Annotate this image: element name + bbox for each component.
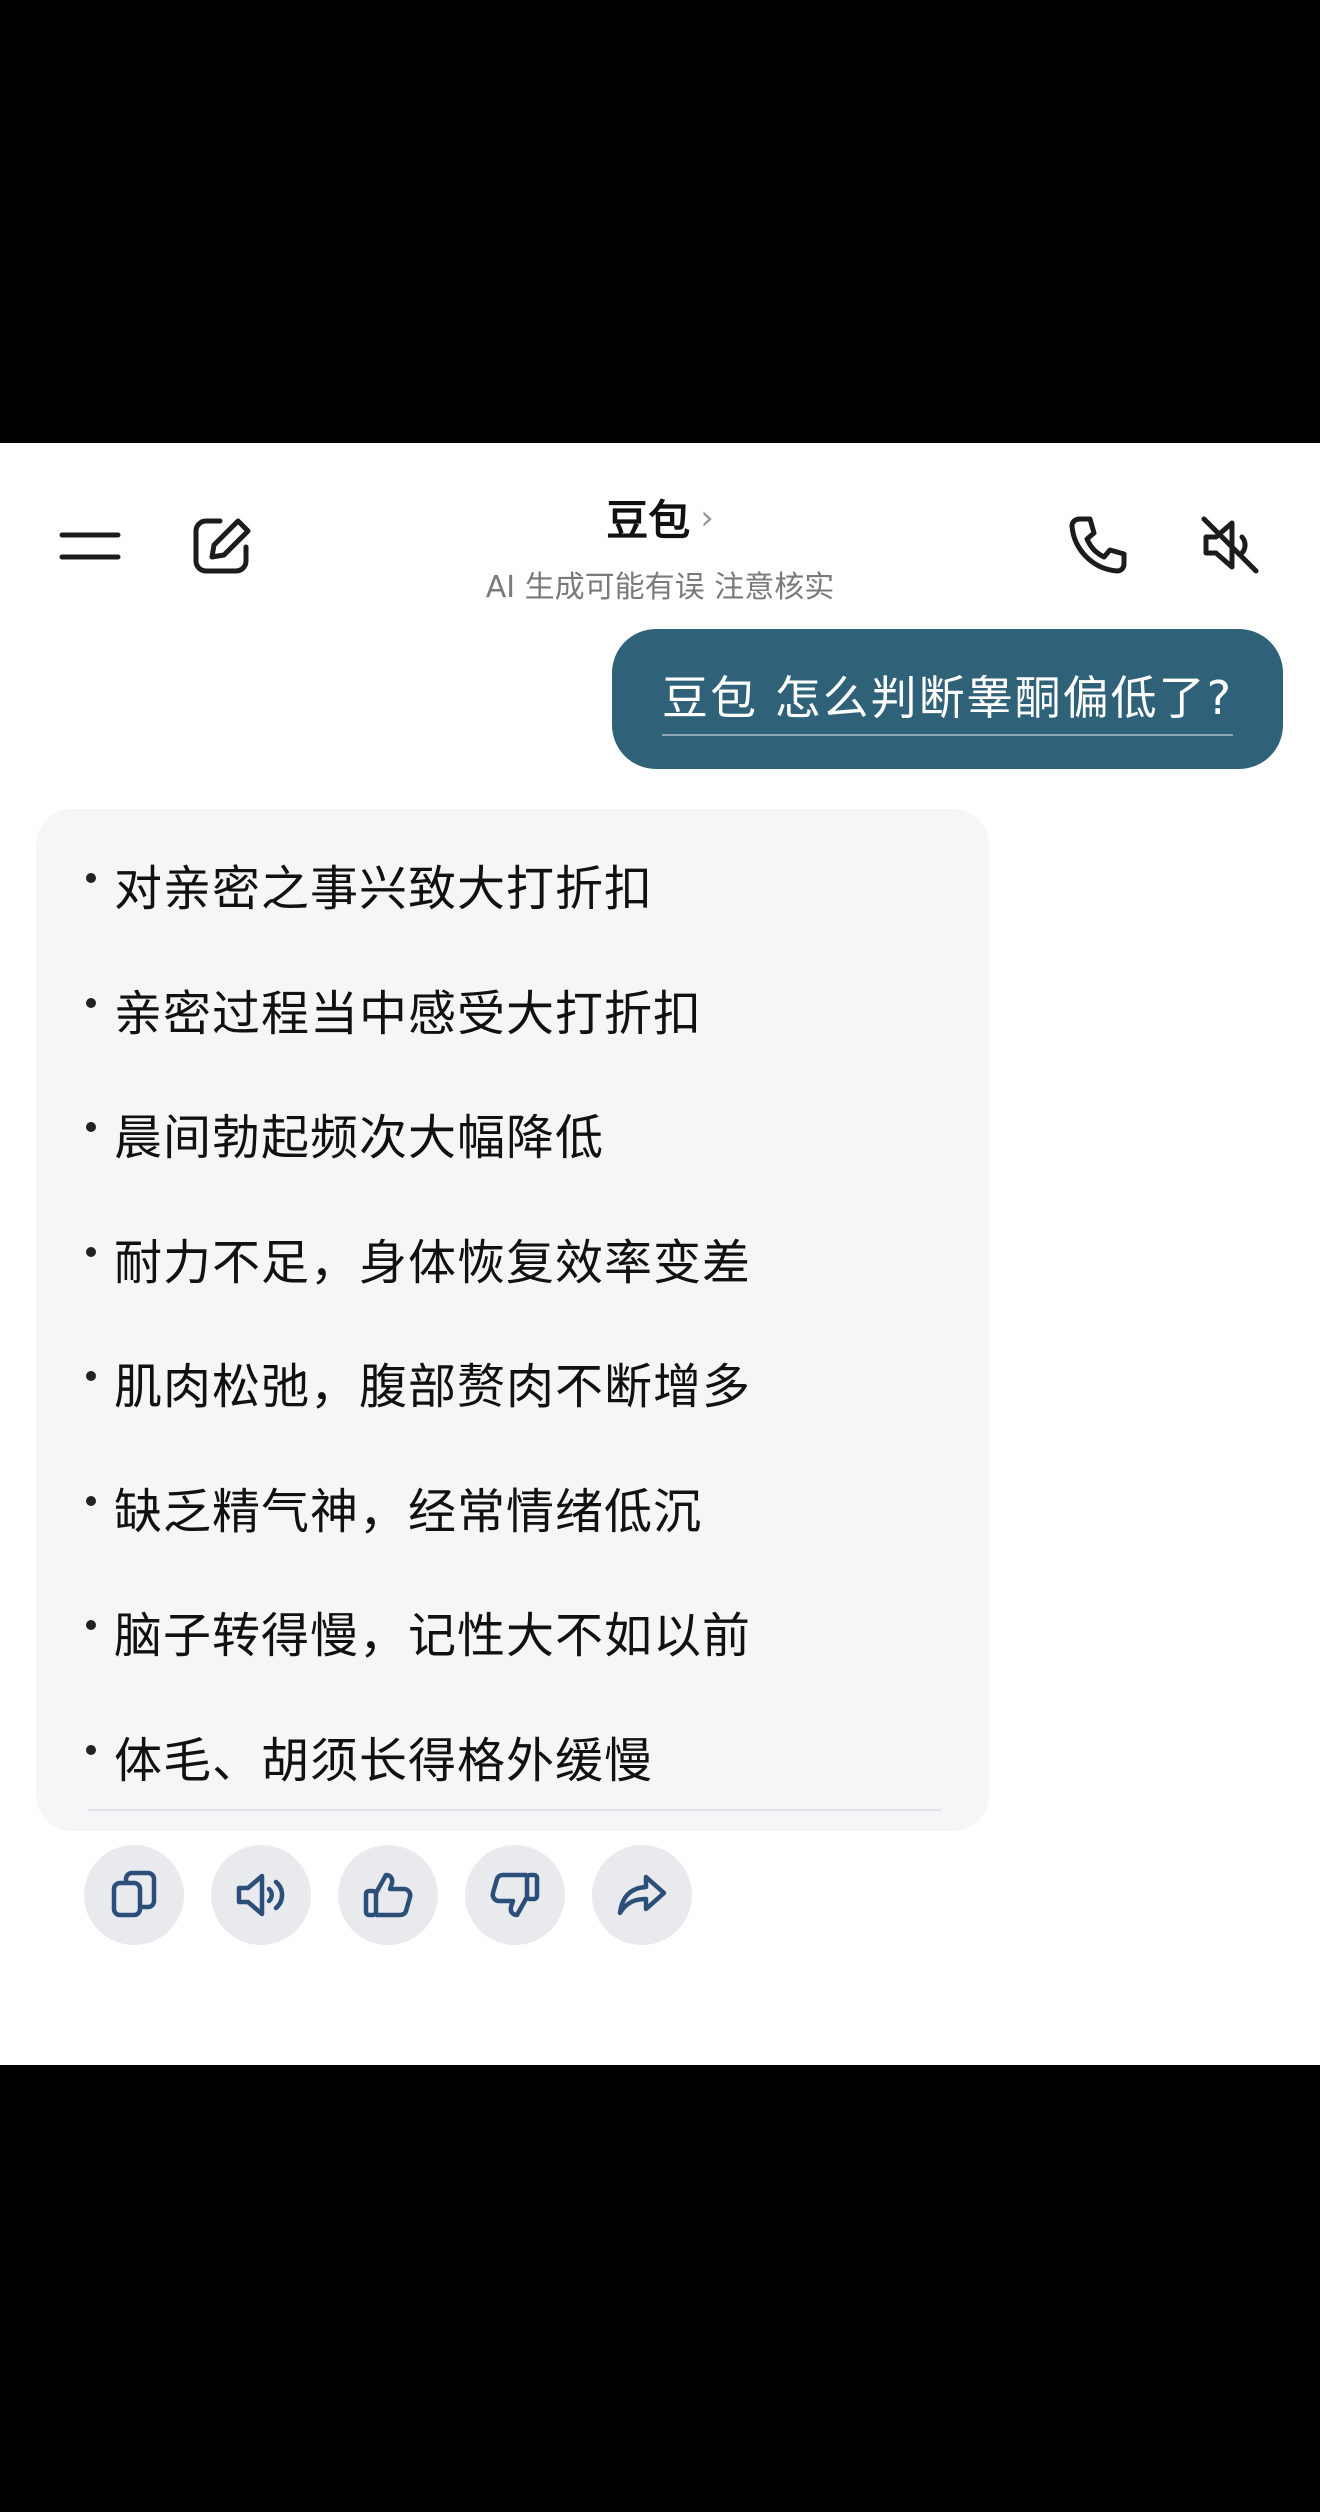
header: 豆包 › AI 生成可能有误 注意核实: [0, 443, 1320, 633]
thumbs-down-icon: [490, 1872, 540, 1918]
phone-icon: [1069, 516, 1127, 574]
share-button[interactable]: [592, 1845, 692, 1945]
dislike-button[interactable]: [465, 1845, 565, 1945]
header-title-group[interactable]: 豆包 › AI 生成可能有误 注意核实: [360, 487, 960, 606]
user-message-text: 豆包 怎么判断睾酮偏低了?: [661, 662, 1233, 736]
read-aloud-button[interactable]: [211, 1845, 311, 1945]
speaker-icon: [236, 1873, 285, 1917]
list-item: 晨间勃起频次大幅降低: [86, 1098, 751, 1223]
copy-icon: [111, 1870, 157, 1918]
chevron-right-icon: ›: [700, 497, 714, 538]
ai-disclaimer: AI 生成可能有误 注意核实: [485, 570, 835, 605]
list-item: 缺乏精气神，经常情绪低沉: [86, 1472, 751, 1597]
list-item: 肌肉松弛，腹部赘肉不断增多: [86, 1347, 751, 1472]
edit-icon: [193, 518, 251, 574]
divider: [88, 1809, 941, 1811]
menu-icon: [59, 532, 121, 560]
list-item: 体毛、胡须长得格外缓慢: [86, 1721, 751, 1846]
list-item: 亲密过程当中感受大打折扣: [86, 974, 751, 1099]
menu-button[interactable]: [42, 497, 138, 593]
page-title: 豆包: [606, 496, 691, 545]
answer-bullet-list: 对亲密之事兴致大打折扣 亲密过程当中感受大打折扣 晨间勃起频次大幅降低 耐力不足…: [86, 849, 751, 1845]
share-icon: [617, 1874, 667, 1916]
like-button[interactable]: [338, 1845, 438, 1945]
list-item: 脑子转得慢，记性大不如以前: [86, 1596, 751, 1721]
voice-call-button[interactable]: [1050, 497, 1146, 593]
list-item: 耐力不足，身体恢复效率变差: [86, 1223, 751, 1348]
assistant-answer-card: 对亲密之事兴致大打折扣 亲密过程当中感受大打折扣 晨间勃起频次大幅降低 耐力不足…: [36, 809, 989, 1945]
letterbox-bottom: [0, 2065, 1320, 2512]
mute-button[interactable]: [1182, 497, 1278, 593]
answer-action-bar: [84, 1845, 692, 1945]
new-chat-button[interactable]: [174, 497, 270, 593]
list-item: 对亲密之事兴致大打折扣: [86, 849, 751, 974]
user-message-bubble[interactable]: 豆包 怎么判断睾酮偏低了?: [611, 629, 1283, 769]
copy-button[interactable]: [84, 1845, 184, 1945]
thumbs-up-icon: [363, 1872, 413, 1918]
speaker-muted-icon: [1201, 516, 1259, 574]
letterbox-top: [0, 0, 1320, 443]
chat-screen: 豆包 › AI 生成可能有误 注意核实 豆包 怎么判断睾酮偏低了? 对亲密之事兴…: [0, 443, 1320, 2065]
